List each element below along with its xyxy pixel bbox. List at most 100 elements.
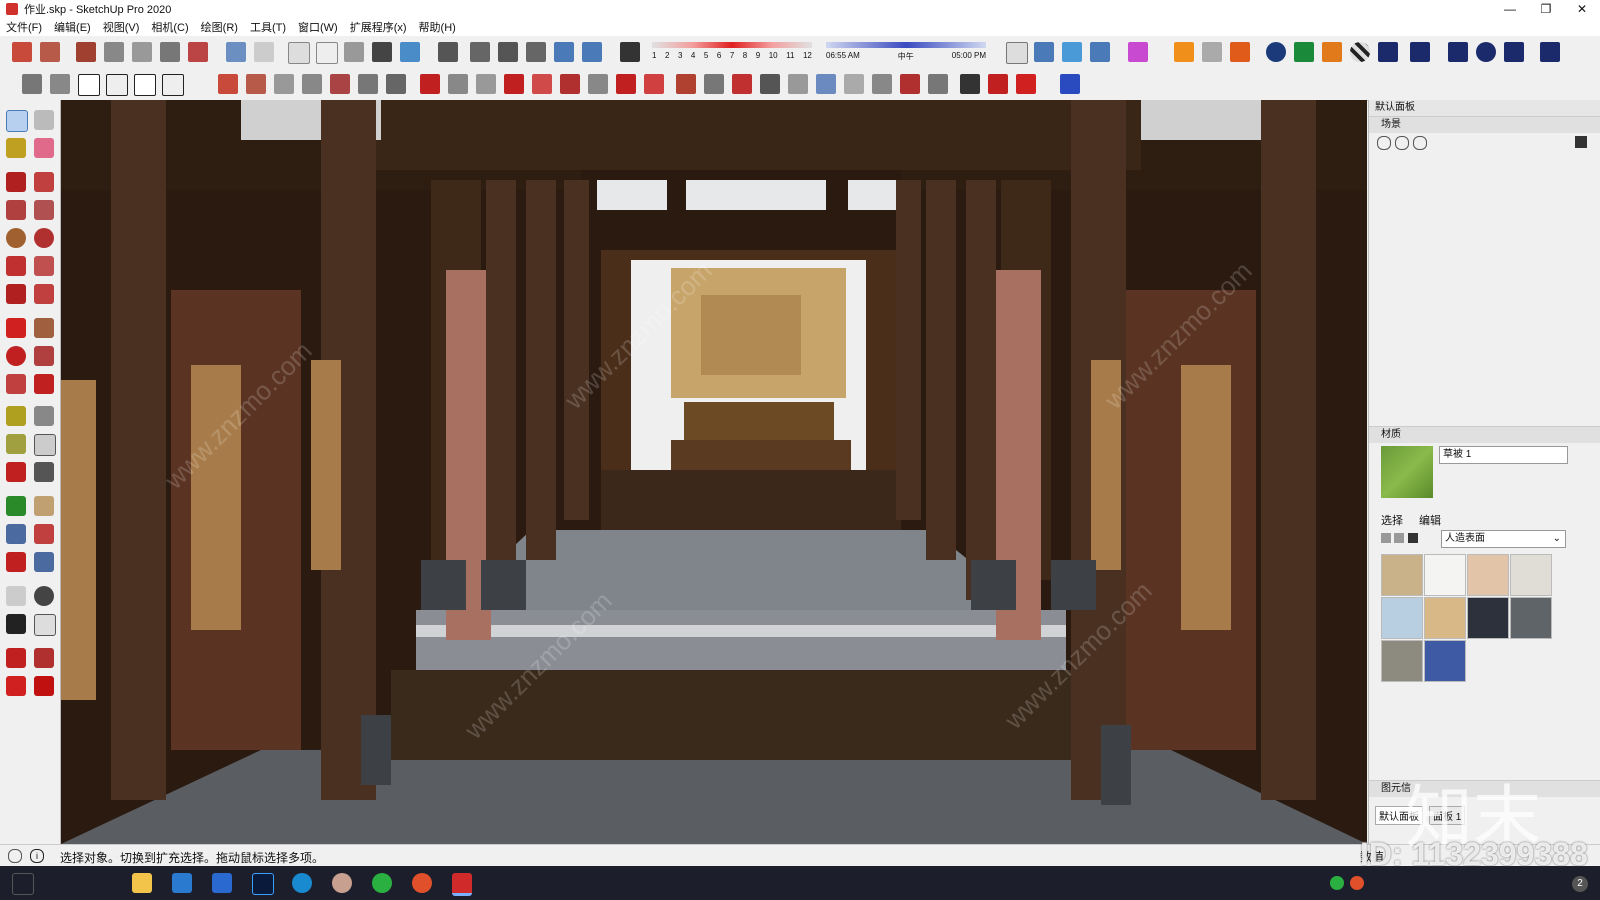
tab-select[interactable]: 选择 (1381, 512, 1403, 528)
toolbar-icon[interactable] (1060, 74, 1080, 94)
gear-icon[interactable] (1410, 42, 1430, 62)
material-swatch[interactable] (1381, 597, 1423, 639)
walk-icon[interactable] (6, 614, 26, 634)
toolbar-icon[interactable] (40, 42, 60, 62)
zoom-extents-icon[interactable] (6, 552, 26, 572)
menu-camera[interactable]: 相机(C) (151, 19, 188, 35)
toolbar-icon[interactable] (448, 74, 468, 94)
material-swatch[interactable] (1510, 554, 1552, 596)
shadow-month-slider[interactable]: 1 2 3 4 5 6 7 8 9 10 11 12 (652, 40, 812, 64)
home-icon[interactable] (78, 74, 100, 96)
zoom-window-icon[interactable] (34, 524, 54, 544)
menu-draw[interactable]: 绘图(R) (201, 19, 238, 35)
model-viewport[interactable]: www.znzmo.com www.znzmo.com www.znzmo.co… (61, 100, 1367, 844)
line-tool-icon[interactable] (6, 172, 26, 192)
menu-file[interactable]: 文件(F) (6, 19, 42, 35)
user-icon[interactable] (1540, 42, 1560, 62)
material-swatch[interactable] (1467, 554, 1509, 596)
toolbar-icon[interactable] (872, 74, 892, 94)
pan-icon[interactable] (34, 496, 54, 516)
app-icon[interactable] (412, 873, 432, 893)
toolbar-icon[interactable] (400, 42, 420, 62)
tray-wechat-icon[interactable] (1330, 876, 1344, 890)
toolbar-icon[interactable] (104, 42, 124, 62)
zoom-icon[interactable] (6, 524, 26, 544)
materials-header[interactable]: 材质 (1369, 426, 1600, 443)
toolbar-icon[interactable] (22, 74, 42, 94)
toolbar-icon[interactable] (316, 42, 338, 64)
select-tool-icon[interactable] (6, 110, 28, 132)
toolbar-icon[interactable] (582, 42, 602, 62)
material-swatch[interactable] (1510, 597, 1552, 639)
tree-icon[interactable] (1294, 42, 1314, 62)
tray-app-icon[interactable] (1350, 876, 1364, 890)
material-library-select[interactable]: 人造表面 ⌄ (1441, 530, 1566, 548)
toolbar-icon[interactable] (386, 74, 406, 94)
add-scene-icon[interactable] (1395, 136, 1409, 150)
toolbar-icon[interactable] (1090, 42, 1110, 62)
circle-icon[interactable] (6, 228, 26, 248)
home-icon[interactable] (1407, 533, 1418, 543)
push-pull-icon[interactable] (34, 318, 54, 338)
toolbar-icon[interactable] (438, 42, 458, 62)
offset-icon[interactable] (34, 374, 54, 394)
polygon-icon[interactable] (34, 228, 54, 248)
mail-icon[interactable] (1448, 42, 1468, 62)
toolbar-icon[interactable] (470, 42, 490, 62)
toolbar-icon[interactable] (816, 74, 836, 94)
cloud-upload-icon[interactable] (1378, 42, 1398, 62)
eraser-icon[interactable] (34, 138, 54, 158)
toolbar-icon[interactable] (988, 74, 1008, 94)
toolbar-icon[interactable] (676, 74, 696, 94)
protractor-icon[interactable] (6, 434, 26, 454)
toolbar-icon[interactable] (1034, 42, 1054, 62)
toolbar-icon[interactable] (50, 74, 70, 94)
menu-view[interactable]: 视图(V) (103, 19, 140, 35)
checker-icon[interactable] (1350, 42, 1370, 62)
toolbar-icon[interactable] (12, 42, 32, 62)
previous-view-icon[interactable] (34, 552, 54, 572)
toolbar-icon[interactable] (226, 42, 246, 62)
avatar-app-icon[interactable] (332, 873, 352, 893)
cart-icon[interactable] (1504, 42, 1524, 62)
material-swatch[interactable] (1381, 640, 1423, 682)
toolbar-icon[interactable] (476, 74, 496, 94)
arc-3-icon[interactable] (6, 284, 26, 304)
toolbar-icon[interactable] (498, 42, 518, 62)
toolbar-icon[interactable] (526, 42, 546, 62)
component-tool-icon[interactable] (34, 110, 54, 130)
dimension-icon[interactable] (34, 406, 54, 426)
toolbar-icon[interactable] (1006, 42, 1028, 64)
toolbar-icon[interactable] (344, 42, 364, 62)
ruby-icon[interactable] (34, 676, 54, 696)
tape-measure-icon[interactable] (6, 406, 26, 426)
menu-tools[interactable]: 工具(T) (250, 19, 286, 35)
toolbar-icon[interactable] (588, 74, 608, 94)
axes-icon[interactable] (6, 462, 26, 482)
toolbar-icon[interactable] (420, 74, 440, 94)
toolbar-icon[interactable] (218, 74, 238, 94)
toolbar-icon[interactable] (160, 42, 180, 62)
info-icon[interactable] (1476, 42, 1496, 62)
toolbar-icon[interactable] (788, 74, 808, 94)
material-swatch[interactable] (1467, 597, 1509, 639)
geo-location-icon[interactable] (8, 849, 22, 863)
toolbar-icon[interactable] (302, 74, 322, 94)
scenes-header[interactable]: 场景 (1369, 116, 1600, 133)
toolbar-icon[interactable] (560, 74, 580, 94)
menu-extensions[interactable]: 扩展程序(x) (350, 19, 407, 35)
freehand-icon[interactable] (34, 172, 54, 192)
material-swatch[interactable] (1424, 640, 1466, 682)
toolbar-icon[interactable] (106, 74, 128, 96)
toolbar-icon[interactable] (928, 74, 948, 94)
shadows-toggle-icon[interactable] (620, 42, 640, 62)
toolbar-icon[interactable] (732, 74, 752, 94)
text-tool-icon[interactable] (34, 434, 56, 456)
toolbar-icon[interactable] (1174, 42, 1194, 62)
toolbar-icon[interactable] (760, 74, 780, 94)
rotated-rect-icon[interactable] (34, 200, 54, 220)
maximize-icon[interactable]: ❐ (1528, 0, 1564, 18)
toolbar-icon[interactable] (960, 74, 980, 94)
orbit-icon[interactable] (6, 496, 26, 516)
toolbar-icon[interactable] (704, 74, 724, 94)
